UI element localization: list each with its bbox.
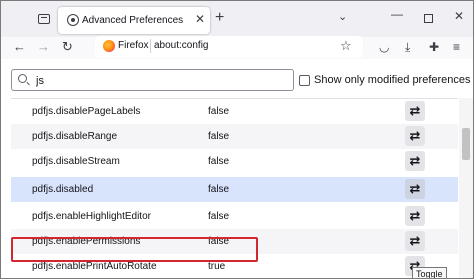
pref-value: false [208, 211, 230, 222]
pref-name: pdfjs.disablePageLabels [32, 106, 141, 117]
toggle-button[interactable]: ⇄ [405, 179, 425, 199]
firefox-logo-icon [103, 40, 115, 52]
show-modified-label[interactable]: Show only modified preferences [314, 74, 471, 86]
browser-window: Advanced Preferences ✕ + ⌄ — ✕ ← → ↻ Fir… [0, 0, 474, 279]
toggle-button[interactable]: ⇄ [405, 206, 425, 226]
maximize-button[interactable] [424, 14, 433, 23]
url-divider [150, 39, 151, 53]
tab-title: Advanced Preferences [82, 15, 184, 26]
tab-strip: Advanced Preferences ✕ + ⌄ — ✕ [1, 1, 473, 37]
tab-advanced-preferences[interactable]: Advanced Preferences ✕ [58, 7, 210, 34]
gear-icon [67, 14, 79, 26]
toggle-button[interactable]: ⇄ [405, 151, 425, 171]
menu-icon[interactable]: ≡ [453, 40, 460, 54]
pref-value: false [208, 156, 230, 167]
scrollbar-thumb[interactable] [462, 128, 470, 160]
pref-name: pdfjs.enablePrintAutoRotate [32, 261, 157, 272]
toggle-button[interactable]: ⇄ [405, 126, 425, 146]
pocket-icon[interactable]: ◡ [379, 40, 389, 54]
pref-value: false [208, 236, 230, 247]
pref-name: pdfjs.enableHighlightEditor [32, 211, 151, 222]
table-row[interactable]: pdfjs.disableRange false ⇄ [11, 124, 458, 149]
show-modified-checkbox[interactable] [299, 75, 310, 86]
pref-value: true [208, 261, 226, 272]
navigation-bar: ← → ↻ Firefox about:config ☆ ◡ ⤓ ✚ ≡ [1, 36, 473, 59]
pref-value: false [208, 106, 230, 117]
table-row[interactable]: pdfjs.enablePrintAutoRotate true ⇄ [11, 254, 458, 278]
forward-button[interactable]: → [37, 39, 50, 54]
toggle-button[interactable]: ⇄ [405, 101, 425, 121]
preferences-table: pdfjs.disablePageLabels false ⇄ pdfjs.di… [11, 98, 458, 278]
table-row[interactable]: pdfjs.enablePermissions false ⇄ [11, 229, 458, 254]
pref-value: false [208, 131, 230, 142]
table-row-selected[interactable]: pdfjs.disabled false ⇄ [11, 177, 458, 202]
url-text[interactable]: about:config [154, 40, 209, 51]
extensions-icon[interactable]: ✚ [429, 40, 439, 54]
tab-close-icon[interactable]: ✕ [195, 12, 205, 26]
table-row[interactable]: pdfjs.disablePageLabels false ⇄ [11, 99, 458, 124]
back-button[interactable]: ← [13, 39, 26, 54]
pref-name: pdfjs.disableStream [32, 156, 120, 167]
pref-value: false [208, 184, 230, 195]
table-row[interactable]: pdfjs.disableStream false ⇄ [11, 149, 458, 174]
bookmark-star-icon[interactable]: ☆ [340, 38, 352, 54]
search-box[interactable] [11, 69, 294, 91]
firefox-view-icon[interactable] [38, 14, 50, 24]
search-input[interactable] [36, 73, 286, 88]
window-close-button[interactable]: ✕ [454, 9, 464, 23]
table-row[interactable]: pdfjs.enableHighlightEditor false ⇄ [11, 204, 458, 229]
downloads-icon[interactable]: ⤓ [405, 40, 410, 55]
new-tab-button[interactable]: + [215, 9, 224, 27]
about-config-page: Show only modified preferences pdfjs.dis… [1, 59, 473, 278]
toggle-button[interactable]: ⇄ [405, 231, 425, 251]
pref-name: pdfjs.disabled [32, 184, 94, 195]
pref-name: pdfjs.disableRange [32, 131, 118, 142]
list-all-tabs-icon[interactable]: ⌄ [338, 10, 347, 23]
identity-label[interactable]: Firefox [118, 40, 149, 51]
url-bar[interactable]: Firefox about:config ☆ [95, 36, 363, 58]
reload-button[interactable]: ↻ [62, 39, 73, 55]
pref-name: pdfjs.enablePermissions [32, 236, 141, 247]
toggle-tooltip: Toggle [412, 267, 447, 278]
search-icon [18, 74, 27, 83]
minimize-button[interactable]: — [391, 7, 403, 21]
scrollbar[interactable] [459, 98, 473, 278]
